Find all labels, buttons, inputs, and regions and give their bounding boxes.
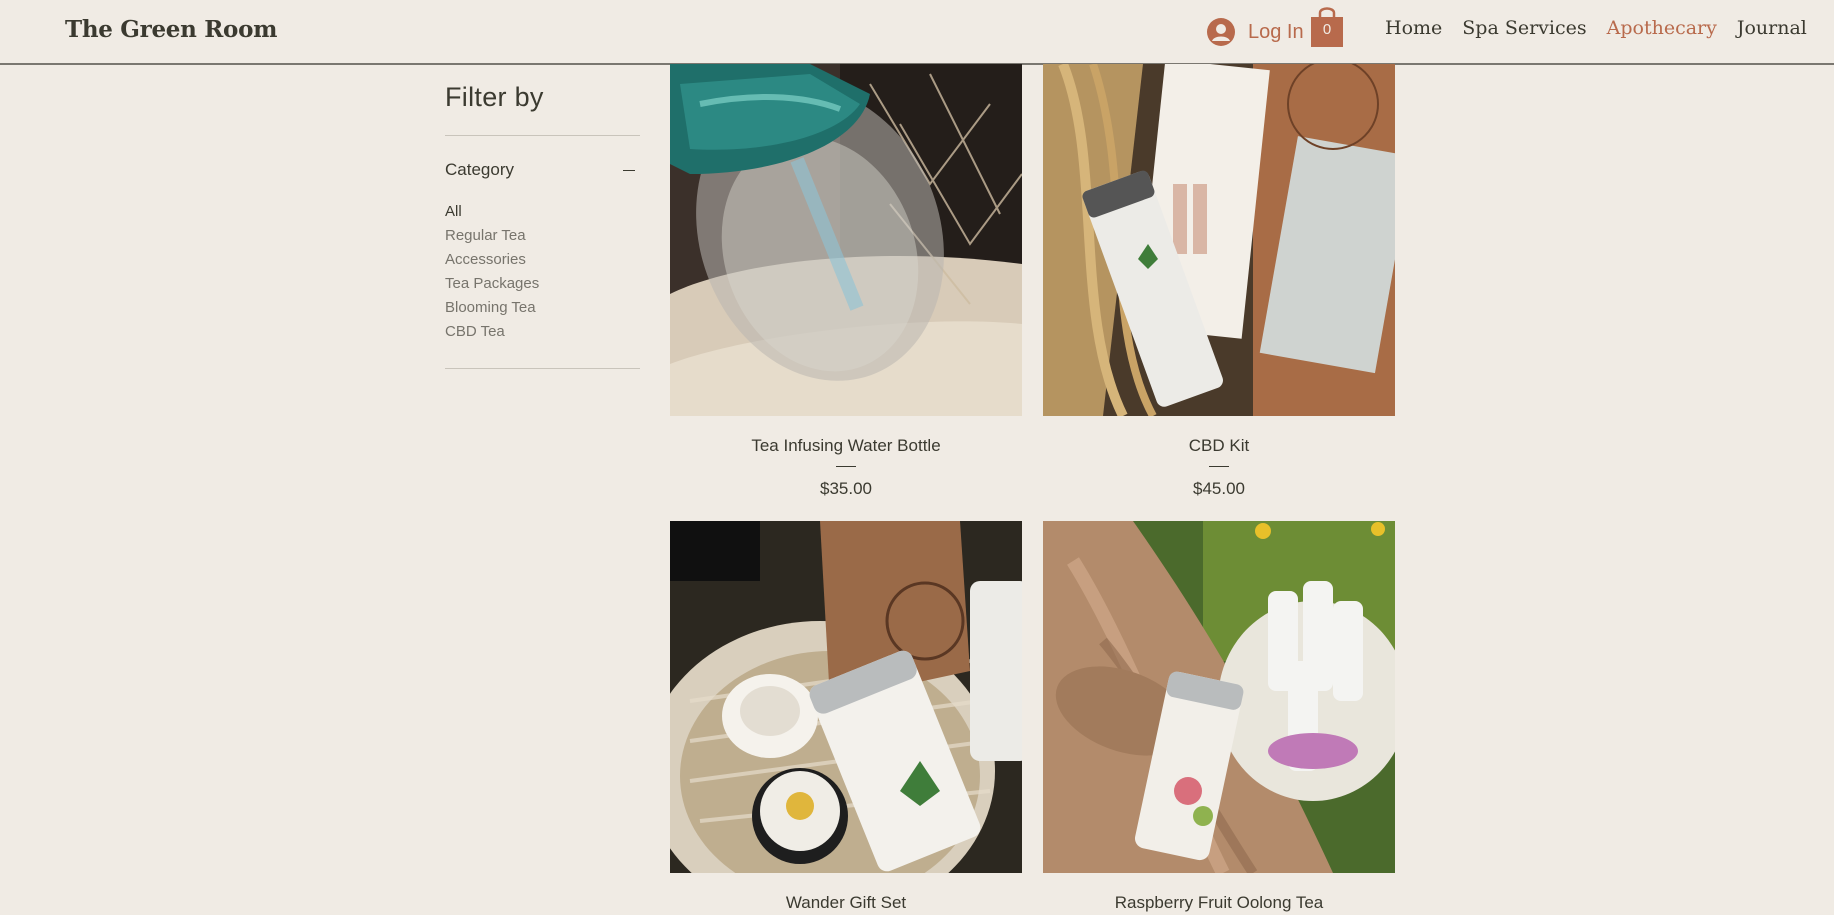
product-name[interactable]: Wander Gift Set: [670, 893, 1022, 913]
gift-basket-photo: [670, 521, 1022, 873]
product-image-water-bottle[interactable]: [670, 64, 1022, 416]
collapse-minus-icon: [623, 169, 635, 171]
product-price: $45.00: [1193, 479, 1245, 498]
category-blooming-tea[interactable]: Blooming Tea: [445, 296, 640, 320]
category-accessories[interactable]: Accessories: [445, 248, 640, 272]
divider: [445, 135, 640, 136]
nav-home[interactable]: Home: [1385, 17, 1442, 39]
site-logo[interactable]: The Green Room: [65, 16, 277, 43]
product-card[interactable]: Raspberry Fruit Oolong Tea: [1043, 521, 1395, 913]
product-card[interactable]: CBD Kit $45.00: [1043, 64, 1395, 499]
login-button[interactable]: Log In: [1207, 18, 1304, 46]
site-header: The Green Room Log In 0 Home Spa Service…: [0, 0, 1834, 65]
product-card[interactable]: Wander Gift Set: [670, 521, 1022, 913]
divider: [445, 368, 640, 369]
category-regular-tea[interactable]: Regular Tea: [445, 224, 640, 248]
category-toggle[interactable]: Category: [445, 160, 640, 180]
filter-title: Filter by: [445, 82, 544, 112]
product-name[interactable]: Raspberry Fruit Oolong Tea: [1043, 893, 1395, 913]
product-image-gift-set[interactable]: [670, 521, 1022, 873]
cart-count: 0: [1322, 21, 1332, 38]
login-label: Log In: [1248, 20, 1304, 43]
cart-button[interactable]: 0: [1310, 4, 1344, 48]
nav-journal[interactable]: Journal: [1737, 17, 1807, 39]
product-name[interactable]: Tea Infusing Water Bottle: [670, 436, 1022, 456]
oolong-tin-photo: [1043, 521, 1395, 873]
nav-apothecary[interactable]: Apothecary: [1607, 17, 1717, 39]
main-nav: Home Spa Services Apothecary Journal: [1385, 17, 1827, 39]
divider: [1209, 466, 1229, 467]
category-all[interactable]: All: [445, 200, 640, 224]
water-bottle-photo: [670, 64, 1022, 416]
category-list: All Regular Tea Accessories Tea Packages…: [445, 200, 640, 344]
category-tea-packages[interactable]: Tea Packages: [445, 272, 640, 296]
product-price: $35.00: [820, 479, 872, 498]
category-label: Category: [445, 160, 514, 179]
user-avatar-icon: [1207, 18, 1235, 46]
nav-spa-services[interactable]: Spa Services: [1462, 17, 1586, 39]
divider: [836, 466, 856, 467]
product-image-oolong-tea[interactable]: [1043, 521, 1395, 873]
category-cbd-tea[interactable]: CBD Tea: [445, 320, 640, 344]
cbd-kit-photo: [1043, 64, 1395, 416]
filter-panel: Filter by Category All Regular Tea Acces…: [445, 82, 640, 369]
product-name[interactable]: CBD Kit: [1043, 436, 1395, 456]
product-image-cbd-kit[interactable]: [1043, 64, 1395, 416]
product-card[interactable]: Tea Infusing Water Bottle $35.00: [670, 64, 1022, 499]
